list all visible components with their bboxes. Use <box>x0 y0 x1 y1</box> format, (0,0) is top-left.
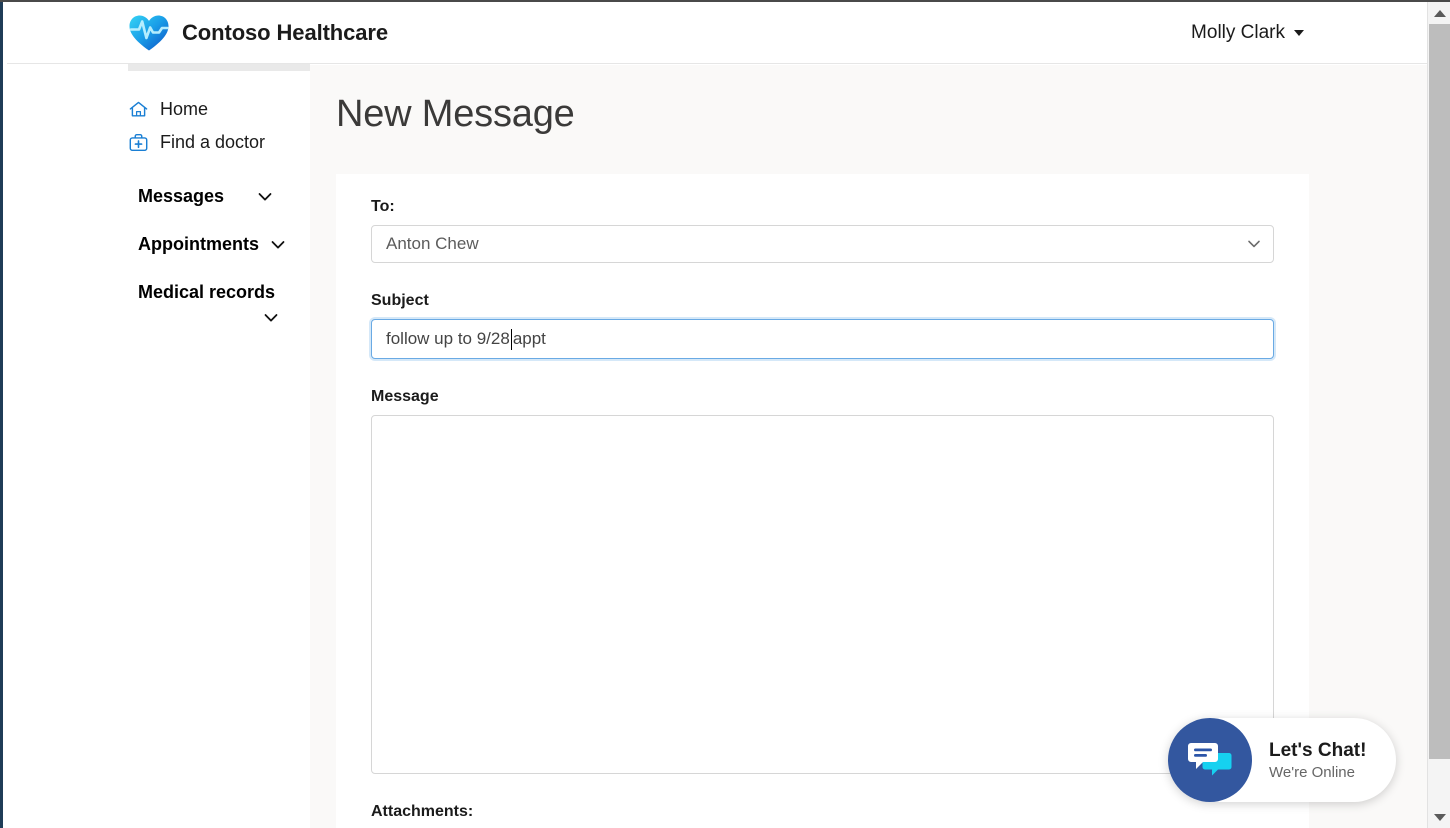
chat-widget-title: Let's Chat! <box>1269 740 1366 762</box>
home-icon <box>128 99 149 120</box>
user-menu-label: Molly Clark <box>1191 22 1285 44</box>
field-message: Message <box>336 388 1309 774</box>
chevron-down-icon <box>256 188 274 206</box>
chevron-down-icon <box>269 236 287 254</box>
sidebar-group-medical-records[interactable]: Medical records <box>138 281 294 327</box>
sidebar: Home Find a doctor Messages Appointments <box>7 65 310 828</box>
caret-down-icon <box>1294 30 1304 36</box>
sidebar-item-home-label: Home <box>160 99 208 120</box>
main-content: New Message To: Anton Chew Subject follo… <box>310 65 1427 828</box>
chat-widget-text: Let's Chat! We're Online <box>1269 740 1366 781</box>
scroll-up-arrow-icon[interactable] <box>1428 2 1450 24</box>
user-menu[interactable]: Molly Clark <box>1191 22 1304 44</box>
subject-label: Subject <box>371 292 1309 310</box>
brand-name: Contoso Healthcare <box>182 20 388 46</box>
subject-text-before-caret: follow up to 9/28 <box>386 329 510 349</box>
chevron-down-icon <box>262 309 280 327</box>
background-window-sliver <box>0 0 3 828</box>
background-window-sliver-inner <box>3 0 7 828</box>
new-message-form: To: Anton Chew Subject follow up to 9/28… <box>336 174 1309 828</box>
app-header: Contoso Healthcare Molly Clark <box>7 2 1427 64</box>
field-subject: Subject follow up to 9/28 appt <box>336 292 1309 359</box>
page-body: Home Find a doctor Messages Appointments <box>7 65 1427 828</box>
brand[interactable]: Contoso Healthcare <box>128 13 388 53</box>
chat-widget-subtitle: We're Online <box>1269 764 1366 781</box>
vertical-scroll-thumb[interactable] <box>1429 24 1450 759</box>
message-label: Message <box>371 388 1309 406</box>
field-attachments: Attachments: Choose Files No file chosen <box>336 803 1309 828</box>
page-title: New Message <box>336 93 1427 136</box>
sidebar-group-messages[interactable]: Messages <box>138 185 308 207</box>
header-tab-underline <box>128 64 310 71</box>
message-textarea[interactable] <box>371 415 1274 774</box>
heart-pulse-logo <box>128 13 170 53</box>
text-caret <box>511 329 512 350</box>
scroll-down-arrow-icon[interactable] <box>1428 806 1450 828</box>
vertical-scrollbar[interactable] <box>1427 2 1450 828</box>
chat-bubbles-icon <box>1185 737 1235 783</box>
sidebar-group-appointments-label: Appointments <box>138 233 259 255</box>
doctor-bag-icon <box>128 132 149 153</box>
browser-viewport: Contoso Healthcare Molly Clark Home <box>0 0 1450 828</box>
to-select-wrapper: Anton Chew <box>371 225 1274 263</box>
sidebar-group-appointments[interactable]: Appointments <box>138 233 308 255</box>
sidebar-item-find-a-doctor[interactable]: Find a doctor <box>7 126 310 159</box>
field-to: To: Anton Chew <box>336 198 1309 263</box>
to-recipient-select[interactable]: Anton Chew <box>371 225 1274 263</box>
sidebar-item-home[interactable]: Home <box>7 93 310 126</box>
window-top-border <box>0 0 1450 2</box>
sidebar-item-find-a-doctor-label: Find a doctor <box>160 132 265 153</box>
subject-text-after-caret: appt <box>513 329 546 349</box>
subject-input[interactable]: follow up to 9/28 appt <box>371 319 1274 359</box>
to-label: To: <box>371 198 1309 216</box>
chat-widget[interactable]: Let's Chat! We're Online <box>1168 718 1396 802</box>
sidebar-group-messages-label: Messages <box>138 185 224 207</box>
sidebar-group-medical-records-label: Medical records <box>138 281 275 303</box>
chat-widget-circle <box>1168 718 1252 802</box>
attachments-label: Attachments: <box>371 803 1309 821</box>
